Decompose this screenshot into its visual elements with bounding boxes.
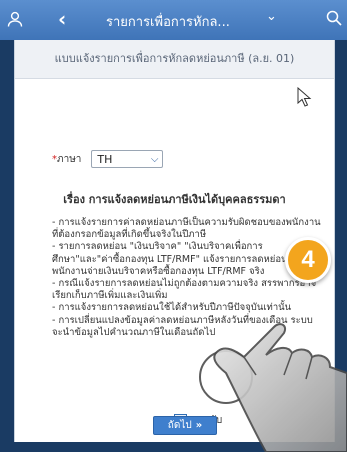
- page-title: รายการเพื่อการหักล...: [106, 15, 230, 30]
- step-badge: 4: [285, 237, 331, 283]
- user-icon[interactable]: [6, 10, 24, 28]
- language-row: *ภาษา TH ⌵: [52, 150, 164, 168]
- chevron-down-icon: ⌵: [150, 154, 159, 165]
- language-label: *ภาษา: [52, 152, 81, 167]
- pointing-hand-icon: [213, 323, 347, 452]
- search-icon[interactable]: [325, 9, 343, 27]
- language-label-text: ภาษา: [57, 153, 82, 165]
- form-title: แบบแจ้งรายการเพื่อการหักลดหย่อนภาษี (ล.ย…: [15, 40, 334, 79]
- section-heading: เรื่อง การแจ้งลดหย่อนภาษีเงินได้บุคคลธรร…: [63, 193, 286, 206]
- chevron-down-icon[interactable]: ⌄: [266, 9, 277, 24]
- next-button-label: ถัดไป: [167, 420, 192, 431]
- language-select-value: TH: [97, 153, 113, 166]
- language-select[interactable]: TH ⌵: [91, 150, 164, 168]
- app-top-bar: ‹ รายการเพื่อการหักล... ⌄: [0, 0, 347, 40]
- mouse-cursor-icon: [297, 87, 312, 107]
- back-chevron-left-icon[interactable]: ‹: [58, 8, 66, 30]
- note-item: - การแจ้งรายการค่าลดหย่อนภาษีเป็นความรับ…: [52, 217, 321, 241]
